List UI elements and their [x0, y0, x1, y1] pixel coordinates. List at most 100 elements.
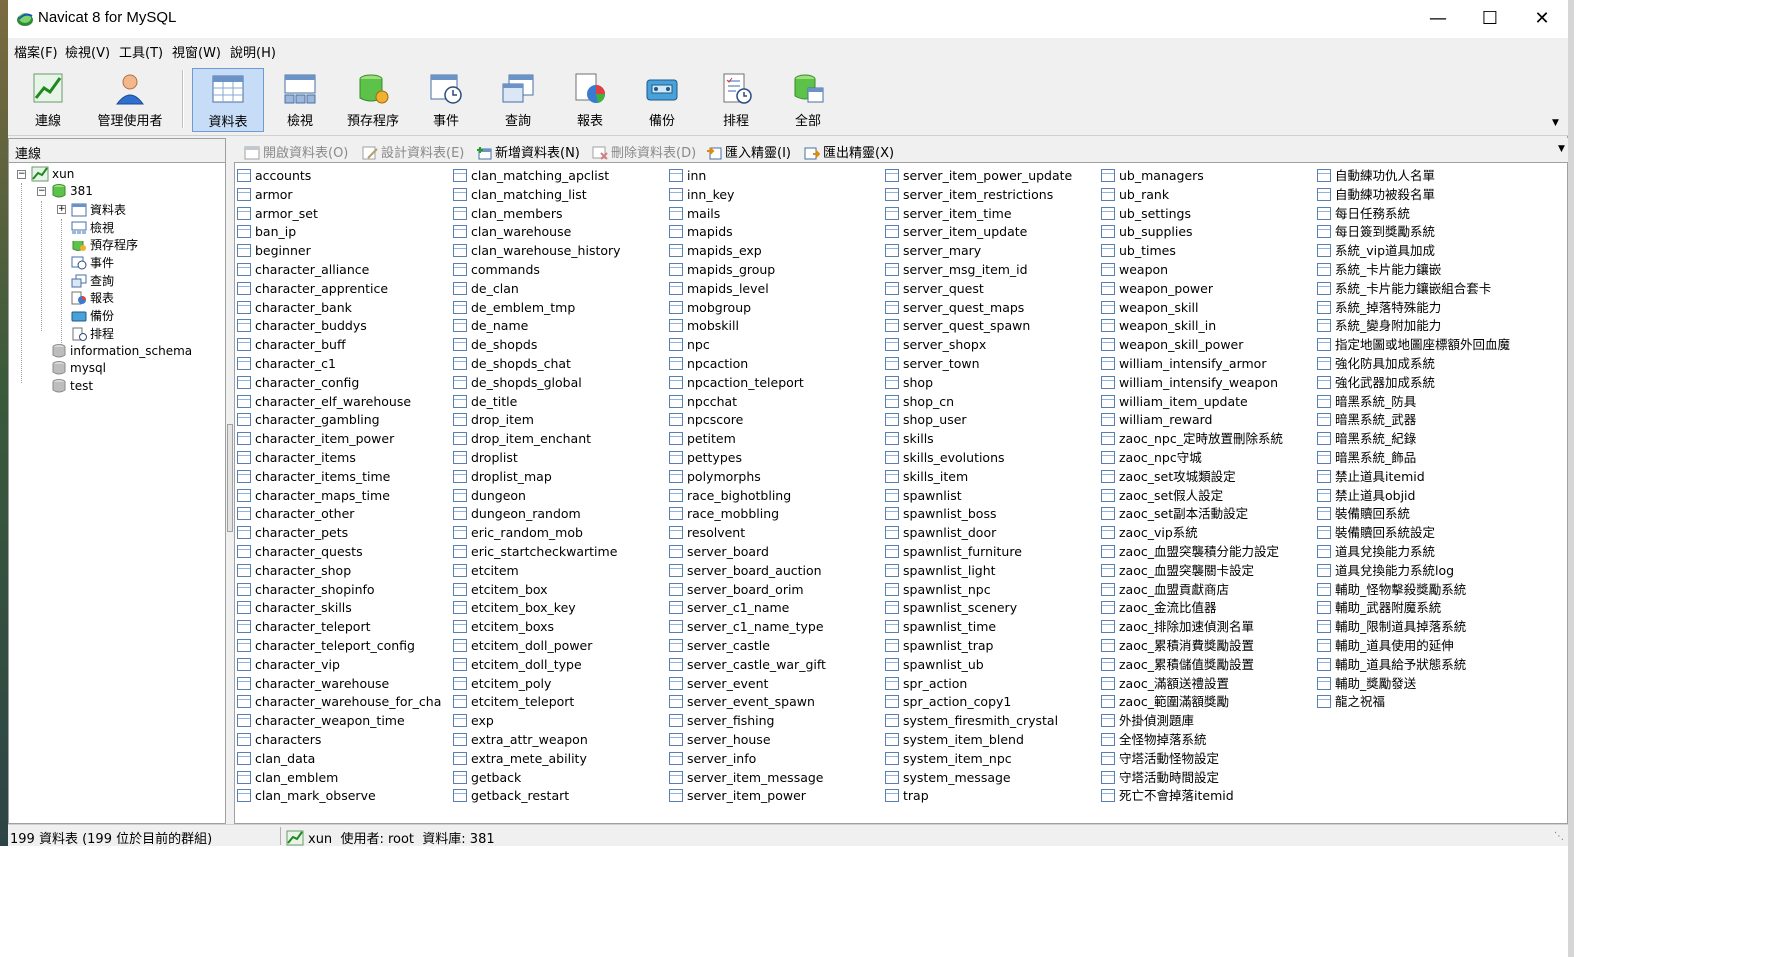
table-list-item[interactable]: etcitem_box_key	[453, 599, 621, 618]
table-list-item[interactable]: server_board_auction	[669, 562, 826, 581]
tree-collapse-xun[interactable]: −	[17, 170, 26, 179]
table-list-item[interactable]: spawnlist_npc	[885, 581, 1072, 600]
table-list-item[interactable]: zaoc_vip系統	[1101, 524, 1283, 543]
table-list-item[interactable]: getback_restart	[453, 787, 621, 806]
table-list-item[interactable]: server_c1_name_type	[669, 618, 826, 637]
table-list-item[interactable]: zaoc_npc_定時放置刪除系統	[1101, 430, 1283, 449]
table-list-item[interactable]: trap	[885, 787, 1072, 806]
table-list-item[interactable]: server_quest	[885, 280, 1072, 299]
table-list-item[interactable]: droplist_map	[453, 468, 621, 487]
table-list-item[interactable]: 暗黑系統_武器	[1317, 411, 1510, 430]
table-list-item[interactable]: 系統_卡片能力鑲嵌組合套卡	[1317, 280, 1510, 299]
table-list-item[interactable]: character_quests	[237, 543, 441, 562]
table-list-item[interactable]: de_title	[453, 393, 621, 412]
table-list-item[interactable]: accounts	[237, 167, 441, 186]
table-list-item[interactable]: zaoc_累積消費獎勵設置	[1101, 637, 1283, 656]
table-list-item[interactable]: spawnlist_ub	[885, 656, 1072, 675]
table-list-item[interactable]: character_buddys	[237, 317, 441, 336]
tree-database-test[interactable]: test	[51, 378, 93, 396]
table-list-item[interactable]: character_teleport	[237, 618, 441, 637]
new-table-button[interactable]: 新增資料表(N)	[476, 142, 580, 161]
table-list-item[interactable]: 指定地圖或地圖座標額外回血魔	[1317, 336, 1510, 355]
table-list-item[interactable]: server_shopx	[885, 336, 1072, 355]
table-list-item[interactable]: 外掛偵測題庫	[1101, 712, 1283, 731]
table-list-item[interactable]: zaoc_累積儲值獎勵設置	[1101, 656, 1283, 675]
table-list-item[interactable]: mapids	[669, 223, 826, 242]
table-list-item[interactable]: petitem	[669, 430, 826, 449]
table-list-item[interactable]: ub_supplies	[1101, 223, 1283, 242]
table-list-item[interactable]: pettypes	[669, 449, 826, 468]
menu-file[interactable]: 檔案(F)	[14, 42, 58, 61]
splitter-grip[interactable]	[227, 424, 233, 532]
table-list-item[interactable]: drop_item	[453, 411, 621, 430]
toolbar-reports-button[interactable]: 報表	[554, 68, 626, 132]
table-list-item[interactable]: clan_members	[453, 205, 621, 224]
table-list-item[interactable]: character_alliance	[237, 261, 441, 280]
table-list-item[interactable]: character_item_power	[237, 430, 441, 449]
tree-node-views[interactable]: 檢視	[71, 219, 114, 237]
table-list-item[interactable]: 自動練功被殺名單	[1317, 186, 1510, 205]
table-list-item[interactable]: etcitem_boxs	[453, 618, 621, 637]
menu-window[interactable]: 視窗(W)	[172, 42, 221, 61]
table-list-item[interactable]: etcitem	[453, 562, 621, 581]
table-list-item[interactable]: character_c1	[237, 355, 441, 374]
toolbar-schedule-button[interactable]: 排程	[700, 68, 772, 132]
table-list-item[interactable]: 暗黑系統_紀錄	[1317, 430, 1510, 449]
table-list-item[interactable]: clan_warehouse_history	[453, 242, 621, 261]
table-list-item[interactable]: spawnlist_boss	[885, 505, 1072, 524]
table-list-item[interactable]: character_pets	[237, 524, 441, 543]
table-list-item[interactable]: server_c1_name	[669, 599, 826, 618]
table-list-item[interactable]: etcitem_box	[453, 581, 621, 600]
table-list-item[interactable]: npcaction	[669, 355, 826, 374]
tree-node-procedures[interactable]: 預存程序	[71, 236, 138, 254]
table-list-item[interactable]: skills_evolutions	[885, 449, 1072, 468]
tree-node-tables[interactable]: 資料表	[71, 201, 126, 219]
toolbar-backup-button[interactable]: 備份	[626, 68, 698, 132]
table-list-item[interactable]: extra_attr_weapon	[453, 731, 621, 750]
table-list-item[interactable]: polymorphs	[669, 468, 826, 487]
table-list-item[interactable]: clan_data	[237, 750, 441, 769]
toolbar-manage-users-button[interactable]: 管理使用者	[84, 68, 176, 132]
table-list-item[interactable]: server_house	[669, 731, 826, 750]
table-list-item[interactable]: weapon_skill	[1101, 299, 1283, 318]
table-list-item[interactable]: etcitem_teleport	[453, 693, 621, 712]
table-list-item[interactable]: resolvent	[669, 524, 826, 543]
tree-collapse-381[interactable]: −	[37, 187, 46, 196]
toolbar-queries-button[interactable]: 查詢	[482, 68, 554, 132]
table-list-item[interactable]: etcitem_doll_type	[453, 656, 621, 675]
table-list-item[interactable]: 死亡不會掉落itemid	[1101, 787, 1283, 806]
table-list-item[interactable]: server_quest_maps	[885, 299, 1072, 318]
table-list-item[interactable]: character_bank	[237, 299, 441, 318]
table-list-item[interactable]: spr_action	[885, 675, 1072, 694]
table-list-item[interactable]: spawnlist_time	[885, 618, 1072, 637]
table-list-item[interactable]: clan_emblem	[237, 769, 441, 788]
table-list-item[interactable]: william_intensify_weapon	[1101, 374, 1283, 393]
table-list-item[interactable]: 輔助_限制道具掉落系統	[1317, 618, 1510, 637]
table-list-item[interactable]: system_message	[885, 769, 1072, 788]
table-list-item[interactable]: 守塔活動時間設定	[1101, 769, 1283, 788]
menu-tools[interactable]: 工具(T)	[119, 42, 163, 61]
table-list-item[interactable]: character_buff	[237, 336, 441, 355]
table-list-item[interactable]: clan_mark_observe	[237, 787, 441, 806]
table-list-item[interactable]: mapids_group	[669, 261, 826, 280]
table-list-item[interactable]: spawnlist_furniture	[885, 543, 1072, 562]
table-list-item[interactable]: server_fishing	[669, 712, 826, 731]
table-list-item[interactable]: zaoc_範圍滿額獎勵	[1101, 693, 1283, 712]
table-list-item[interactable]: 暗黑系統_飾品	[1317, 449, 1510, 468]
table-list-item[interactable]: 龍之祝福	[1317, 693, 1510, 712]
tree-node-reports[interactable]: 報表	[71, 289, 114, 307]
table-list-item[interactable]: 守塔活動怪物設定	[1101, 750, 1283, 769]
table-list-item[interactable]: 道具兌換能力系統log	[1317, 562, 1510, 581]
table-list-item[interactable]: beginner	[237, 242, 441, 261]
tree-expand-tables[interactable]: +	[57, 205, 66, 214]
table-list-item[interactable]: 系統_掉落特殊能力	[1317, 299, 1510, 318]
tree-node-schedules[interactable]: 排程	[71, 325, 114, 343]
table-list-item[interactable]: armor	[237, 186, 441, 205]
table-list-item[interactable]: commands	[453, 261, 621, 280]
table-list-item[interactable]: getback	[453, 769, 621, 788]
table-list-item[interactable]: 每日簽到獎勵系統	[1317, 223, 1510, 242]
resize-grip-icon[interactable]: ⋱	[1554, 831, 1564, 842]
table-list-item[interactable]: mails	[669, 205, 826, 224]
table-list-item[interactable]: character_shopinfo	[237, 581, 441, 600]
toolbar-connection-button[interactable]: 連線	[12, 68, 84, 132]
